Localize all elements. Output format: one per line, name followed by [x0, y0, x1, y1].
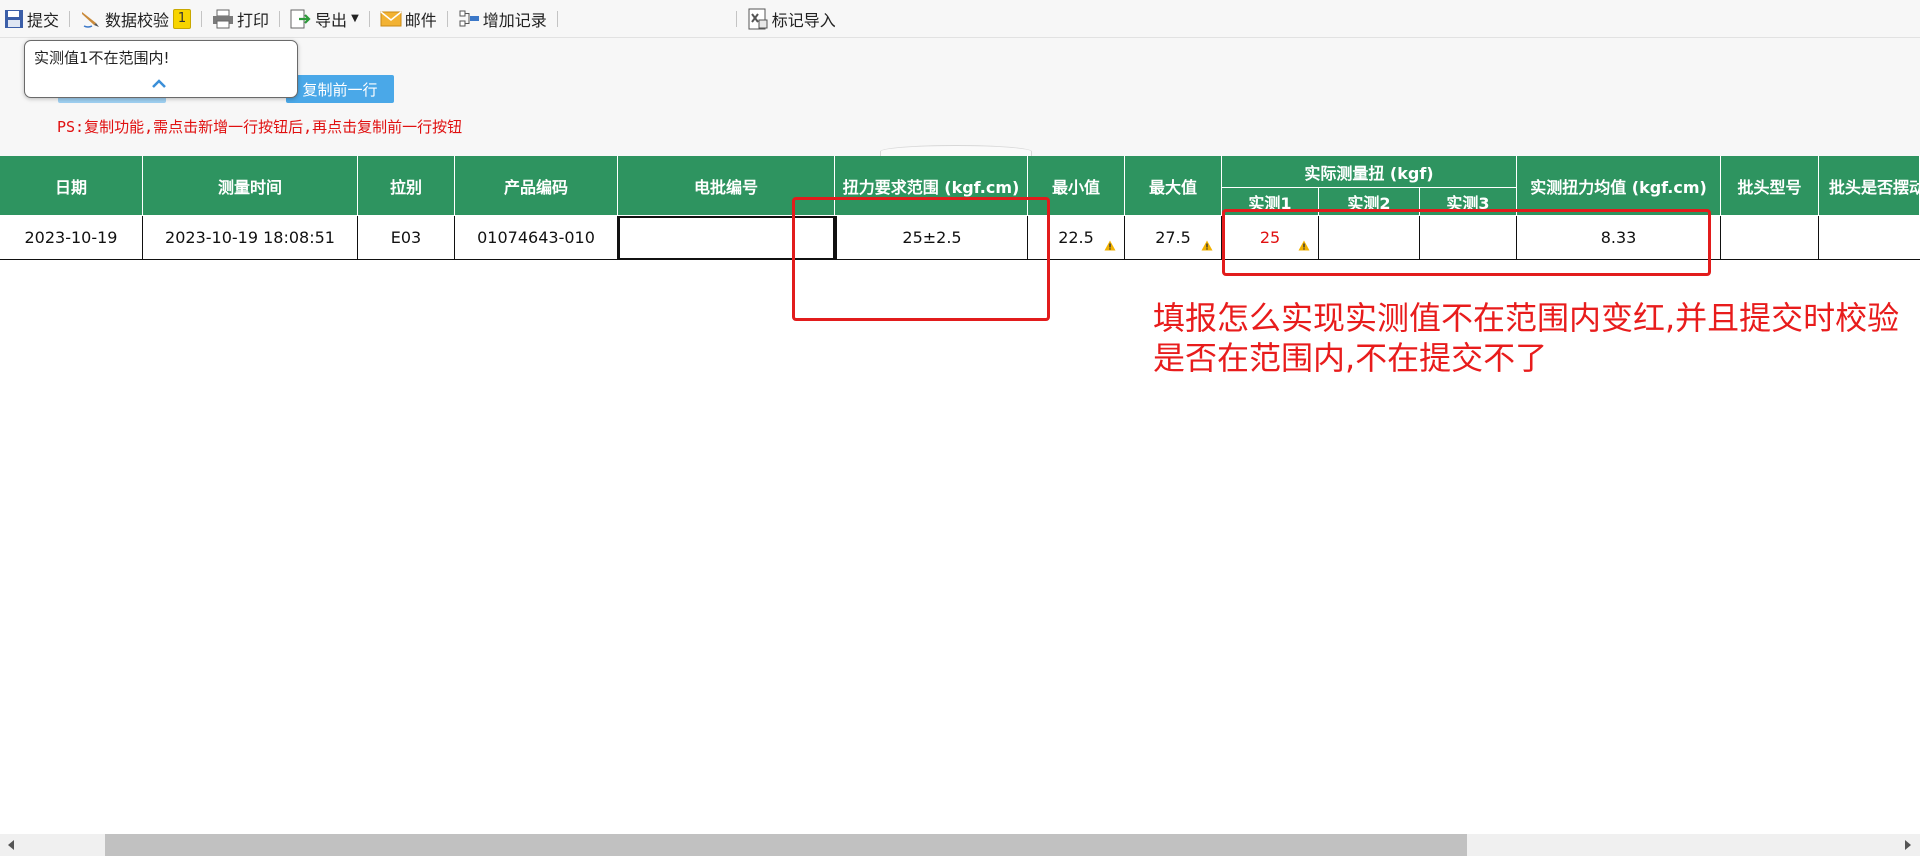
cell-date[interactable]: 2023-10-19 [0, 216, 143, 260]
cell-max-value: 27.5 [1155, 228, 1191, 247]
print-button[interactable]: 打印 [208, 4, 273, 34]
annotation-box-range [792, 197, 1050, 321]
mark-import-label: 标记导入 [771, 10, 836, 30]
header-product-code: 产品编码 [455, 156, 618, 216]
cell-product-code[interactable]: 01074643-010 [455, 216, 618, 260]
cell-bit-swing[interactable] [1819, 216, 1920, 260]
header-pull-type: 拉别 [358, 156, 455, 216]
chevron-down-icon: ▼ [351, 13, 359, 24]
toolbar: 提交 数据校验 1 打印 导出 ▼ 邮件 增加记录 标记导入 [0, 0, 1920, 38]
excel-import-icon [747, 8, 769, 30]
add-record-label: 增加记录 [482, 10, 547, 30]
toolbar-separator [201, 10, 203, 27]
cell-min-value: 22.5 [1058, 228, 1094, 247]
add-record-button[interactable]: 增加记录 [454, 4, 551, 34]
validation-tooltip: 实测值1不在范围内! [24, 40, 298, 98]
toolbar-separator [279, 10, 281, 27]
annotation-text: 填报怎么实现实测值不在范围内变红,并且提交时校验是否在范围内,不在提交不了 [1153, 299, 1900, 377]
validate-count-badge: 1 [173, 8, 192, 29]
header-max: 最大值 [1125, 156, 1222, 216]
ps-note: PS:复制功能,需点击新增一行按钮后,再点击复制前一行按钮 [57, 118, 463, 136]
toolbar-separator [368, 10, 370, 27]
submit-button[interactable]: 提交 [0, 4, 63, 34]
warning-icon [1201, 236, 1213, 255]
scroll-left-icon[interactable] [8, 840, 14, 850]
scrollbar-thumb[interactable] [105, 834, 1467, 856]
validate-button[interactable]: 数据校验 1 [76, 4, 195, 34]
cell-pull-type[interactable]: E03 [358, 216, 455, 260]
cell-bit-model[interactable] [1721, 216, 1819, 260]
header-avg: 实测扭力均值 (kgf.cm) [1517, 156, 1721, 216]
mail-icon [380, 10, 402, 28]
pencil-icon [80, 9, 102, 29]
export-icon [290, 9, 312, 29]
toolbar-separator [69, 10, 71, 27]
save-icon [4, 9, 24, 29]
printer-icon [212, 9, 234, 29]
mark-import-button[interactable]: 标记导入 [743, 4, 840, 34]
header-measure-time: 测量时间 [143, 156, 358, 216]
tooltip-message: 实测值1不在范围内! [34, 49, 170, 67]
header-actual-group: 实际测量扭 (kgf) [1222, 156, 1517, 188]
chevron-up-icon[interactable] [151, 73, 167, 92]
annotation-box-measurements [1222, 209, 1711, 276]
submit-label: 提交 [27, 10, 60, 30]
validate-label: 数据校验 [105, 10, 170, 30]
mail-label: 邮件 [404, 10, 437, 30]
cell-max[interactable]: 27.5 [1125, 216, 1222, 260]
add-record-icon [458, 9, 480, 29]
toolbar-separator [735, 10, 737, 27]
header-date: 日期 [0, 156, 143, 216]
warning-icon [1104, 236, 1116, 255]
horizontal-scrollbar[interactable] [0, 834, 1920, 856]
toolbar-separator [446, 10, 448, 27]
header-bit-model: 批头型号 [1721, 156, 1819, 216]
copy-previous-row-button[interactable]: 复制前一行 [286, 75, 394, 103]
scroll-right-icon[interactable] [1905, 840, 1911, 850]
cell-measure-time[interactable]: 2023-10-19 18:08:51 [143, 216, 358, 260]
print-label: 打印 [237, 10, 270, 30]
export-label: 导出 [315, 10, 348, 30]
header-bit-swing: 批头是否摆动 [1819, 156, 1920, 216]
toolbar-separator [556, 10, 558, 27]
export-button[interactable]: 导出 ▼ [286, 4, 363, 34]
mail-button[interactable]: 邮件 [376, 4, 441, 34]
